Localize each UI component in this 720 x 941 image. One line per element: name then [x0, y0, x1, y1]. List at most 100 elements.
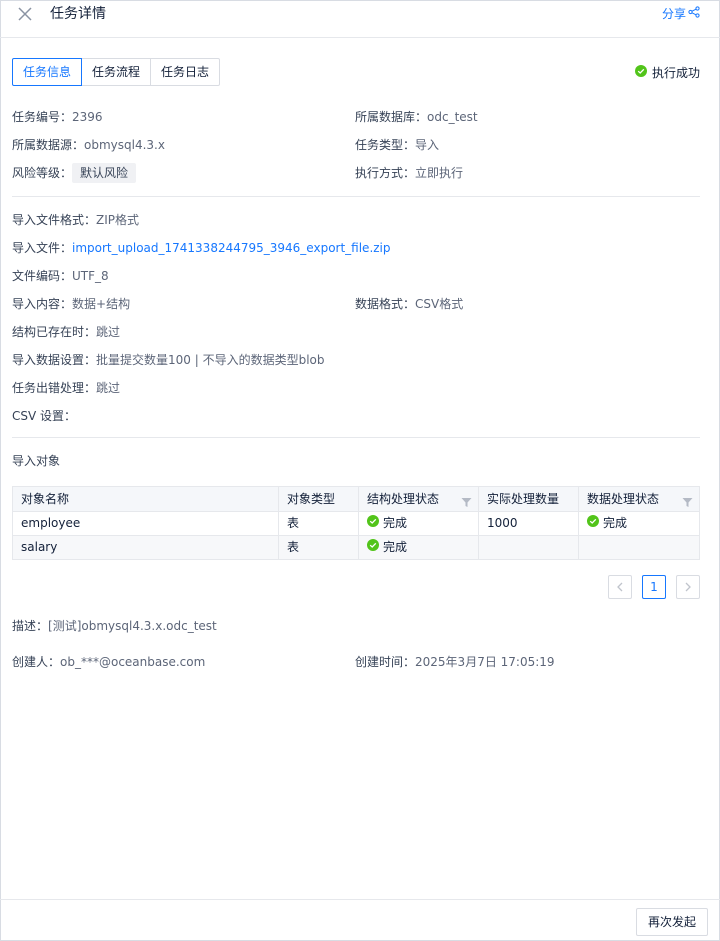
next-page-button[interactable] [676, 575, 700, 599]
field-value: 2025年3月7日 17:05:19 [415, 655, 555, 669]
success-icon [634, 65, 647, 80]
status-label: 执行成功 [651, 66, 700, 80]
success-icon [367, 536, 379, 559]
field-value: 批量提交数量100 | 不导入的数据类型blob [96, 353, 325, 367]
status-text: 完成 [603, 516, 628, 530]
prev-page-button[interactable] [608, 575, 632, 599]
success-icon [367, 512, 379, 535]
field-label: 导入内容： [12, 297, 73, 311]
field-label: 所属数据源： [12, 138, 85, 152]
field-data-format: 数据格式：CSV格式 [355, 296, 463, 312]
cell-type: 表 [279, 512, 359, 535]
field-value: 导入 [415, 138, 440, 152]
field-label: 任务出错处理： [12, 381, 97, 395]
page-button-current[interactable]: 1 [642, 575, 666, 599]
field-database: 所属数据库：odc_test [355, 109, 478, 125]
field-file-format: 导入文件格式：ZIP格式 [12, 212, 139, 228]
field-label: 导入文件格式： [12, 213, 97, 227]
field-import-file: 导入文件：import_upload_1741338244795_3946_ex… [12, 240, 391, 256]
field-task-type: 任务类型：导入 [355, 137, 439, 153]
col-header-count: 实际处理数量 [479, 487, 579, 511]
cell-struct-status: 完成 [359, 536, 479, 559]
cell-struct-status: 完成 [359, 512, 479, 535]
field-value: ob_***@oceanbase.com [60, 655, 206, 669]
status-text: 完成 [383, 516, 408, 530]
field-value: CSV格式 [415, 297, 464, 311]
cell-name: employee [13, 512, 279, 535]
field-import-content: 导入内容：数据+结构 [12, 296, 130, 312]
drawer-header: 任务详情 分享 [0, 0, 720, 38]
status-text: 完成 [383, 540, 408, 554]
field-label: 数据格式： [355, 297, 416, 311]
tab-task-info[interactable]: 任务信息 [12, 58, 83, 86]
field-label: 描述： [12, 619, 49, 633]
cell-data-status: 完成 [579, 512, 699, 535]
field-label: 风险等级： [12, 166, 73, 180]
field-created-at: 创建时间：2025年3月7日 17:05:19 [355, 654, 555, 670]
field-label: 所属数据库： [355, 110, 428, 124]
field-label: 任务编号： [12, 110, 73, 124]
tab-bar: 任务信息 任务流程 任务日志 [12, 58, 221, 86]
field-datasource: 所属数据源：obmysql4.3.x [12, 137, 165, 153]
field-risk-level: 风险等级： 默认风险 [12, 163, 137, 183]
field-value: obmysql4.3.x [84, 138, 165, 152]
task-status: 执行成功 [634, 64, 700, 81]
col-header-struct-status: 结构处理状态 [359, 487, 479, 511]
table-header: 对象名称 对象类型 结构处理状态 实际处理数量 数据处理状态 [13, 487, 699, 511]
field-encoding: 文件编码：UTF_8 [12, 268, 109, 284]
field-label: 执行方式： [355, 166, 416, 180]
field-value: ZIP格式 [96, 213, 140, 227]
col-header-data-status: 数据处理状态 [579, 487, 699, 511]
share-link[interactable]: 分享 [662, 6, 700, 22]
table-row: employee 表 完成 1000 完成 [13, 511, 699, 535]
col-header-label: 结构处理状态 [367, 491, 440, 506]
field-label: CSV 设置： [12, 409, 77, 423]
table-row: salary 表 完成 [13, 535, 699, 559]
success-icon [587, 512, 599, 535]
field-error-handling: 任务出错处理：跳过 [12, 380, 120, 396]
field-csv-settings: CSV 设置： [12, 408, 76, 424]
field-label: 文件编码： [12, 269, 73, 283]
divider [12, 196, 700, 197]
field-label: 创建人： [12, 655, 61, 669]
col-header-label: 数据处理状态 [587, 491, 660, 506]
field-task-id: 任务编号：2396 [12, 109, 103, 125]
col-header-type: 对象类型 [279, 487, 359, 511]
objects-table: 对象名称 对象类型 结构处理状态 实际处理数量 数据处理状态 employee … [12, 486, 700, 560]
field-value: odc_test [427, 110, 478, 124]
field-value: 数据+结构 [72, 297, 131, 311]
field-data-settings: 导入数据设置：批量提交数量100 | 不导入的数据类型blob [12, 352, 325, 368]
cell-type: 表 [279, 536, 359, 559]
field-label: 导入文件： [12, 241, 73, 255]
chevron-left-icon [617, 582, 623, 592]
share-icon [688, 6, 700, 22]
field-value: UTF_8 [72, 269, 109, 283]
field-label: 任务类型： [355, 138, 416, 152]
cell-count [479, 536, 579, 559]
cell-count: 1000 [479, 512, 579, 535]
field-description: 描述：[测试]obmysql4.3.x.odc_test [12, 618, 217, 634]
close-icon[interactable] [16, 5, 34, 23]
field-value: 立即执行 [415, 166, 464, 180]
col-header-name: 对象名称 [13, 487, 279, 511]
pagination: 1 [608, 575, 700, 599]
field-label: 结构已存在时： [12, 325, 97, 339]
drawer-title: 任务详情 [50, 6, 106, 22]
field-creator: 创建人：ob_***@oceanbase.com [12, 654, 205, 670]
chevron-right-icon [685, 582, 691, 592]
field-value: [测试]obmysql4.3.x.odc_test [48, 619, 217, 633]
tab-task-log[interactable]: 任务日志 [150, 58, 221, 86]
divider [12, 437, 700, 438]
objects-title: 导入对象 [12, 454, 61, 468]
share-label: 分享 [661, 7, 686, 21]
field-label: 导入数据设置： [12, 353, 97, 367]
field-value: 跳过 [96, 325, 121, 339]
tab-task-flow[interactable]: 任务流程 [81, 58, 152, 86]
field-value: 2396 [72, 110, 103, 124]
import-file-link[interactable]: import_upload_1741338244795_3946_export_… [72, 241, 391, 255]
field-value: 跳过 [96, 381, 121, 395]
cell-data-status [579, 536, 699, 559]
drawer-footer: 再次发起 [0, 899, 720, 941]
cell-name: salary [13, 536, 279, 559]
relaunch-button[interactable]: 再次发起 [635, 908, 708, 936]
